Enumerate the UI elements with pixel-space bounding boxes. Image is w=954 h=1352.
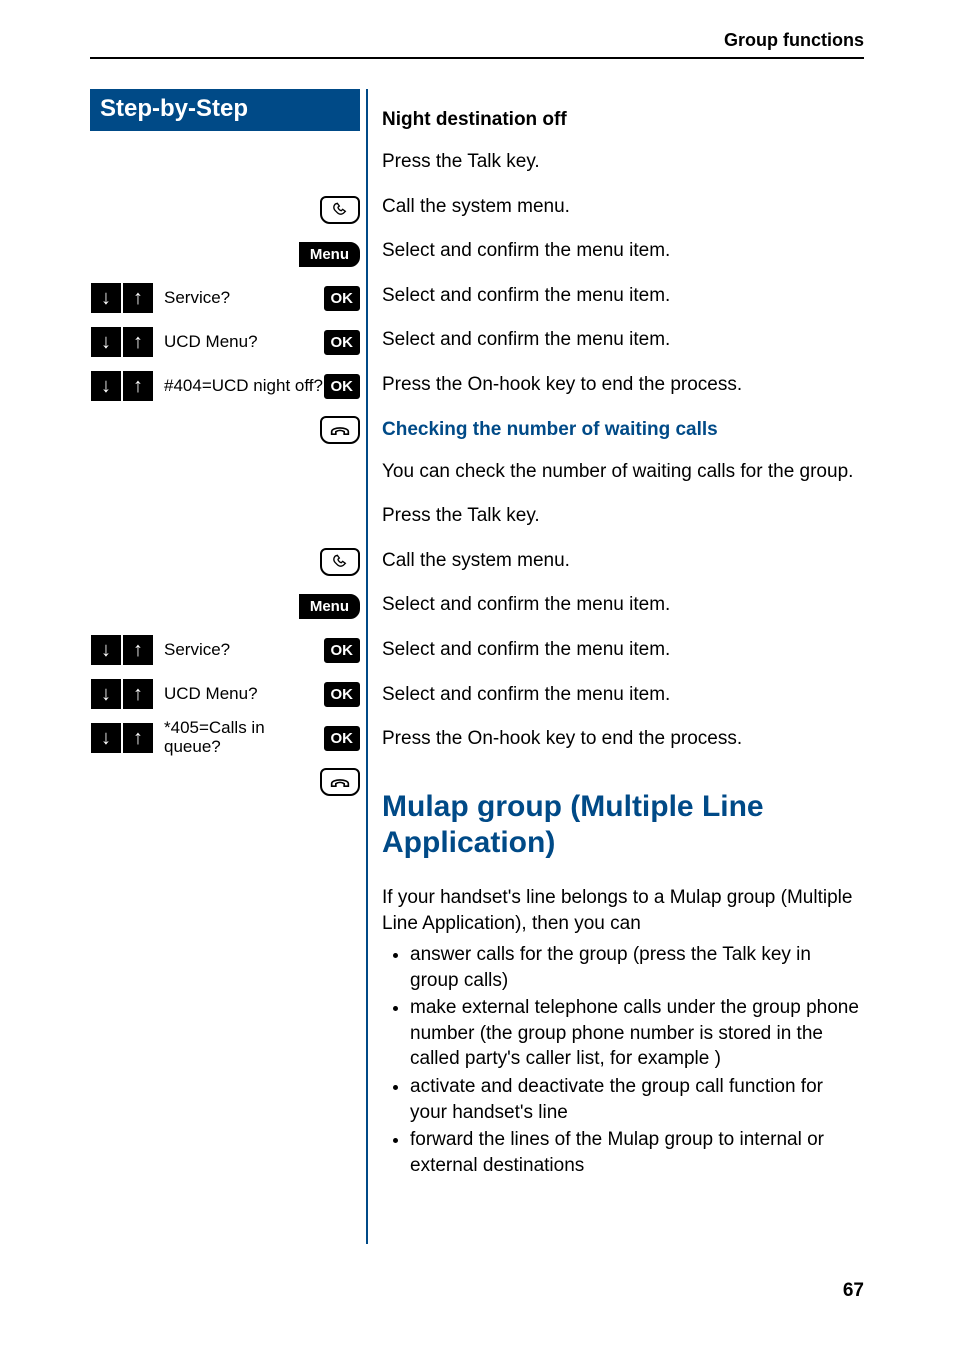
step-talk-key <box>90 191 360 229</box>
step-menu-key: Menu <box>90 235 360 273</box>
intro-text: If your handset's line belongs to a Mula… <box>382 885 864 938</box>
step-text: Select and confirm the menu item. <box>382 238 864 265</box>
ok-key: OK <box>324 330 361 355</box>
menu-item-label: Service? <box>160 289 324 308</box>
step-ucd-menu-2: ↓ ↑ UCD Menu? OK <box>90 675 360 713</box>
bullet-list: answer calls for the group (press the Ta… <box>382 942 864 1179</box>
up-arrow-icon: ↑ <box>122 634 154 666</box>
step-text: Press the On-hook key to end the process… <box>382 372 864 399</box>
list-item: activate and deactivate the group call f… <box>410 1074 864 1125</box>
ok-key: OK <box>324 638 361 663</box>
talk-key-icon <box>320 196 360 224</box>
list-item: answer calls for the group (press the Ta… <box>410 942 864 993</box>
up-arrow-icon: ↑ <box>122 370 154 402</box>
menu-key: Menu <box>299 242 360 267</box>
down-arrow-icon: ↓ <box>90 370 122 402</box>
menu-item-label: UCD Menu? <box>160 685 324 704</box>
onhook-key-icon <box>320 768 360 796</box>
ok-key: OK <box>324 374 361 399</box>
step-onhook-key-2 <box>90 763 360 801</box>
ok-key: OK <box>324 286 361 311</box>
menu-key: Menu <box>299 594 360 619</box>
section-heading-mulap: Mulap group (Multiple Line Application) <box>382 789 864 861</box>
step-text: Select and confirm the menu item. <box>382 637 864 664</box>
step-by-step-heading: Step-by-Step <box>90 89 360 131</box>
down-arrow-icon: ↓ <box>90 634 122 666</box>
section-heading-night-off: Night destination off <box>382 109 864 131</box>
step-talk-key-2 <box>90 543 360 581</box>
step-ucd-menu: ↓ ↑ UCD Menu? OK <box>90 323 360 361</box>
page: Group functions Step-by-Step Menu ↓ ↑ Se… <box>0 0 954 1352</box>
list-item: forward the lines of the Mulap group to … <box>410 1127 864 1178</box>
step-text: Press the On-hook key to end the process… <box>382 726 864 753</box>
up-arrow-icon: ↑ <box>122 678 154 710</box>
step-calls-queue: ↓ ↑ *405=Calls in queue? OK <box>90 719 360 757</box>
menu-item-label: Service? <box>160 641 324 660</box>
step-text: Select and confirm the menu item. <box>382 592 864 619</box>
step-service-2: ↓ ↑ Service? OK <box>90 631 360 669</box>
up-arrow-icon: ↑ <box>122 722 154 754</box>
talk-key-icon <box>320 548 360 576</box>
menu-item-label: #404=UCD night off? <box>160 377 324 396</box>
step-text: Select and confirm the menu item. <box>382 682 864 709</box>
step-service: ↓ ↑ Service? OK <box>90 279 360 317</box>
step-by-step-column: Step-by-Step Menu ↓ ↑ Service? OK <box>90 89 368 1244</box>
step-text: Call the system menu. <box>382 548 864 575</box>
step-onhook-key <box>90 411 360 449</box>
section-heading-checking-calls: Checking the number of waiting calls <box>382 419 864 441</box>
step-text: Select and confirm the menu item. <box>382 283 864 310</box>
right-column: Night destination off Press the Talk key… <box>368 89 864 1181</box>
down-arrow-icon: ↓ <box>90 678 122 710</box>
step-text: Press the Talk key. <box>382 149 864 176</box>
down-arrow-icon: ↓ <box>90 722 122 754</box>
content: Step-by-Step Menu ↓ ↑ Service? OK <box>90 89 864 1244</box>
step-text: Press the Talk key. <box>382 503 864 530</box>
ok-key: OK <box>324 682 361 707</box>
step-text: Call the system menu. <box>382 194 864 221</box>
onhook-key-icon <box>320 416 360 444</box>
menu-item-label: *405=Calls in queue? <box>160 719 324 756</box>
up-arrow-icon: ↑ <box>122 326 154 358</box>
menu-item-label: UCD Menu? <box>160 333 324 352</box>
list-item: make external telephone calls under the … <box>410 995 864 1072</box>
up-arrow-icon: ↑ <box>122 282 154 314</box>
step-night-off: ↓ ↑ #404=UCD night off? OK <box>90 367 360 405</box>
down-arrow-icon: ↓ <box>90 282 122 314</box>
page-number: 67 <box>843 1280 864 1302</box>
down-arrow-icon: ↓ <box>90 326 122 358</box>
ok-key: OK <box>324 726 361 751</box>
intro-text: You can check the number of waiting call… <box>382 459 864 486</box>
step-text: Select and confirm the menu item. <box>382 327 864 354</box>
top-header: Group functions <box>90 30 864 59</box>
step-menu-key-2: Menu <box>90 587 360 625</box>
